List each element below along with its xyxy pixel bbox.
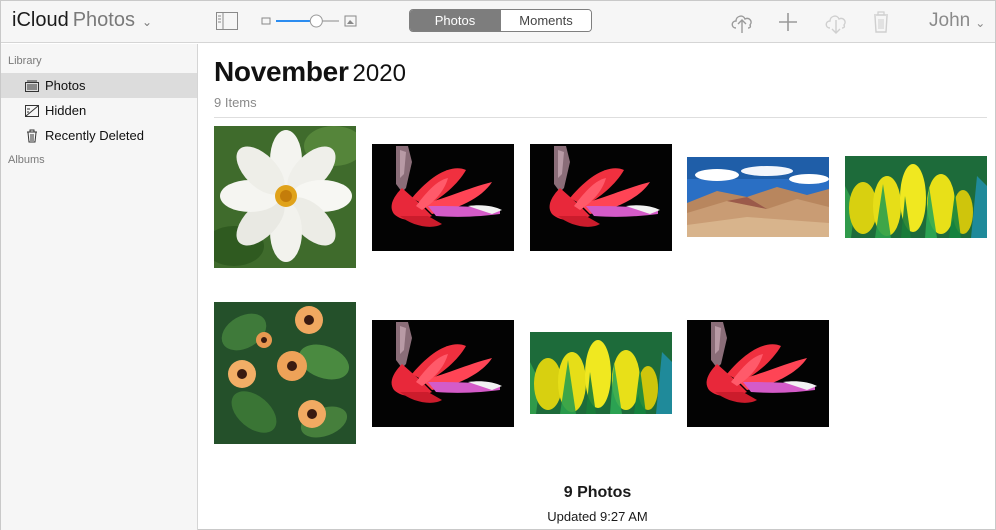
photo-thumbnail-tulips[interactable]: [530, 332, 672, 414]
photo-thumbnail-cactus-flower[interactable]: [372, 320, 514, 427]
app-title-brand: iCloud: [12, 9, 69, 31]
divider: [214, 117, 987, 118]
toolbar: iCloud Photos ⌄ Photos Moments John ⌄: [1, 1, 995, 43]
icloud-photos-window: iCloud Photos ⌄ Photos Moments John ⌄ Li…: [0, 0, 996, 530]
app-title-name: Photos: [72, 9, 135, 31]
user-name: John: [929, 10, 971, 31]
upload-icon[interactable]: [728, 8, 756, 36]
sidebar-item-recently-deleted[interactable]: Recently Deleted: [1, 123, 197, 148]
photo-thumbnail-cosmos[interactable]: [214, 126, 356, 268]
albums-section-label: Albums: [8, 154, 45, 166]
chevron-down-icon: ⌄: [141, 15, 153, 29]
trash-icon[interactable]: [867, 8, 895, 36]
sidebar: Library Photos Hidden Recently Deleted A…: [1, 44, 198, 530]
sidebar-item-hidden[interactable]: Hidden: [1, 98, 197, 123]
thumbnail-size-slider[interactable]: [261, 13, 357, 29]
photo-thumbnail-vine-flowers[interactable]: [214, 302, 356, 444]
download-icon[interactable]: [822, 8, 850, 36]
view-segmented-control: Photos Moments: [409, 9, 592, 32]
page-title: November 2020: [214, 56, 406, 88]
sidebar-item-label: Hidden: [45, 103, 87, 118]
sidebar-toggle-icon[interactable]: [216, 12, 238, 30]
photo-thumbnail-cactus-flower[interactable]: [372, 144, 514, 251]
photo-thumbnail-cactus-flower[interactable]: [530, 144, 672, 251]
app-switcher-button[interactable]: iCloud Photos ⌄: [12, 9, 152, 32]
item-count: 9 Items: [214, 95, 257, 110]
photo-thumbnail-tulips[interactable]: [845, 156, 987, 238]
library-section-label: Library: [8, 55, 42, 67]
tab-moments[interactable]: Moments: [500, 10, 591, 31]
photo-count-summary: 9 Photos: [563, 484, 632, 501]
sidebar-item-label: Recently Deleted: [45, 128, 144, 143]
photos-icon: [25, 79, 39, 93]
last-updated-text: Updated 9:27 AM: [547, 509, 648, 524]
photo-thumbnail-cactus-flower[interactable]: [687, 320, 829, 427]
photo-thumbnail-mountains[interactable]: [687, 157, 829, 237]
tab-photos[interactable]: Photos: [410, 10, 500, 31]
hidden-icon: [25, 104, 39, 118]
trash-icon: [25, 129, 39, 143]
chevron-down-icon: ⌄: [975, 15, 986, 30]
sidebar-item-label: Photos: [45, 78, 86, 93]
add-icon[interactable]: [774, 8, 802, 36]
page-title-month: November: [214, 56, 349, 87]
photo-grid-area: November 2020 9 Items 9 Photos Updated 9…: [199, 44, 996, 530]
account-menu-button[interactable]: John ⌄: [929, 10, 985, 32]
sidebar-item-photos[interactable]: Photos: [1, 73, 197, 98]
page-title-year: 2020: [352, 60, 406, 87]
